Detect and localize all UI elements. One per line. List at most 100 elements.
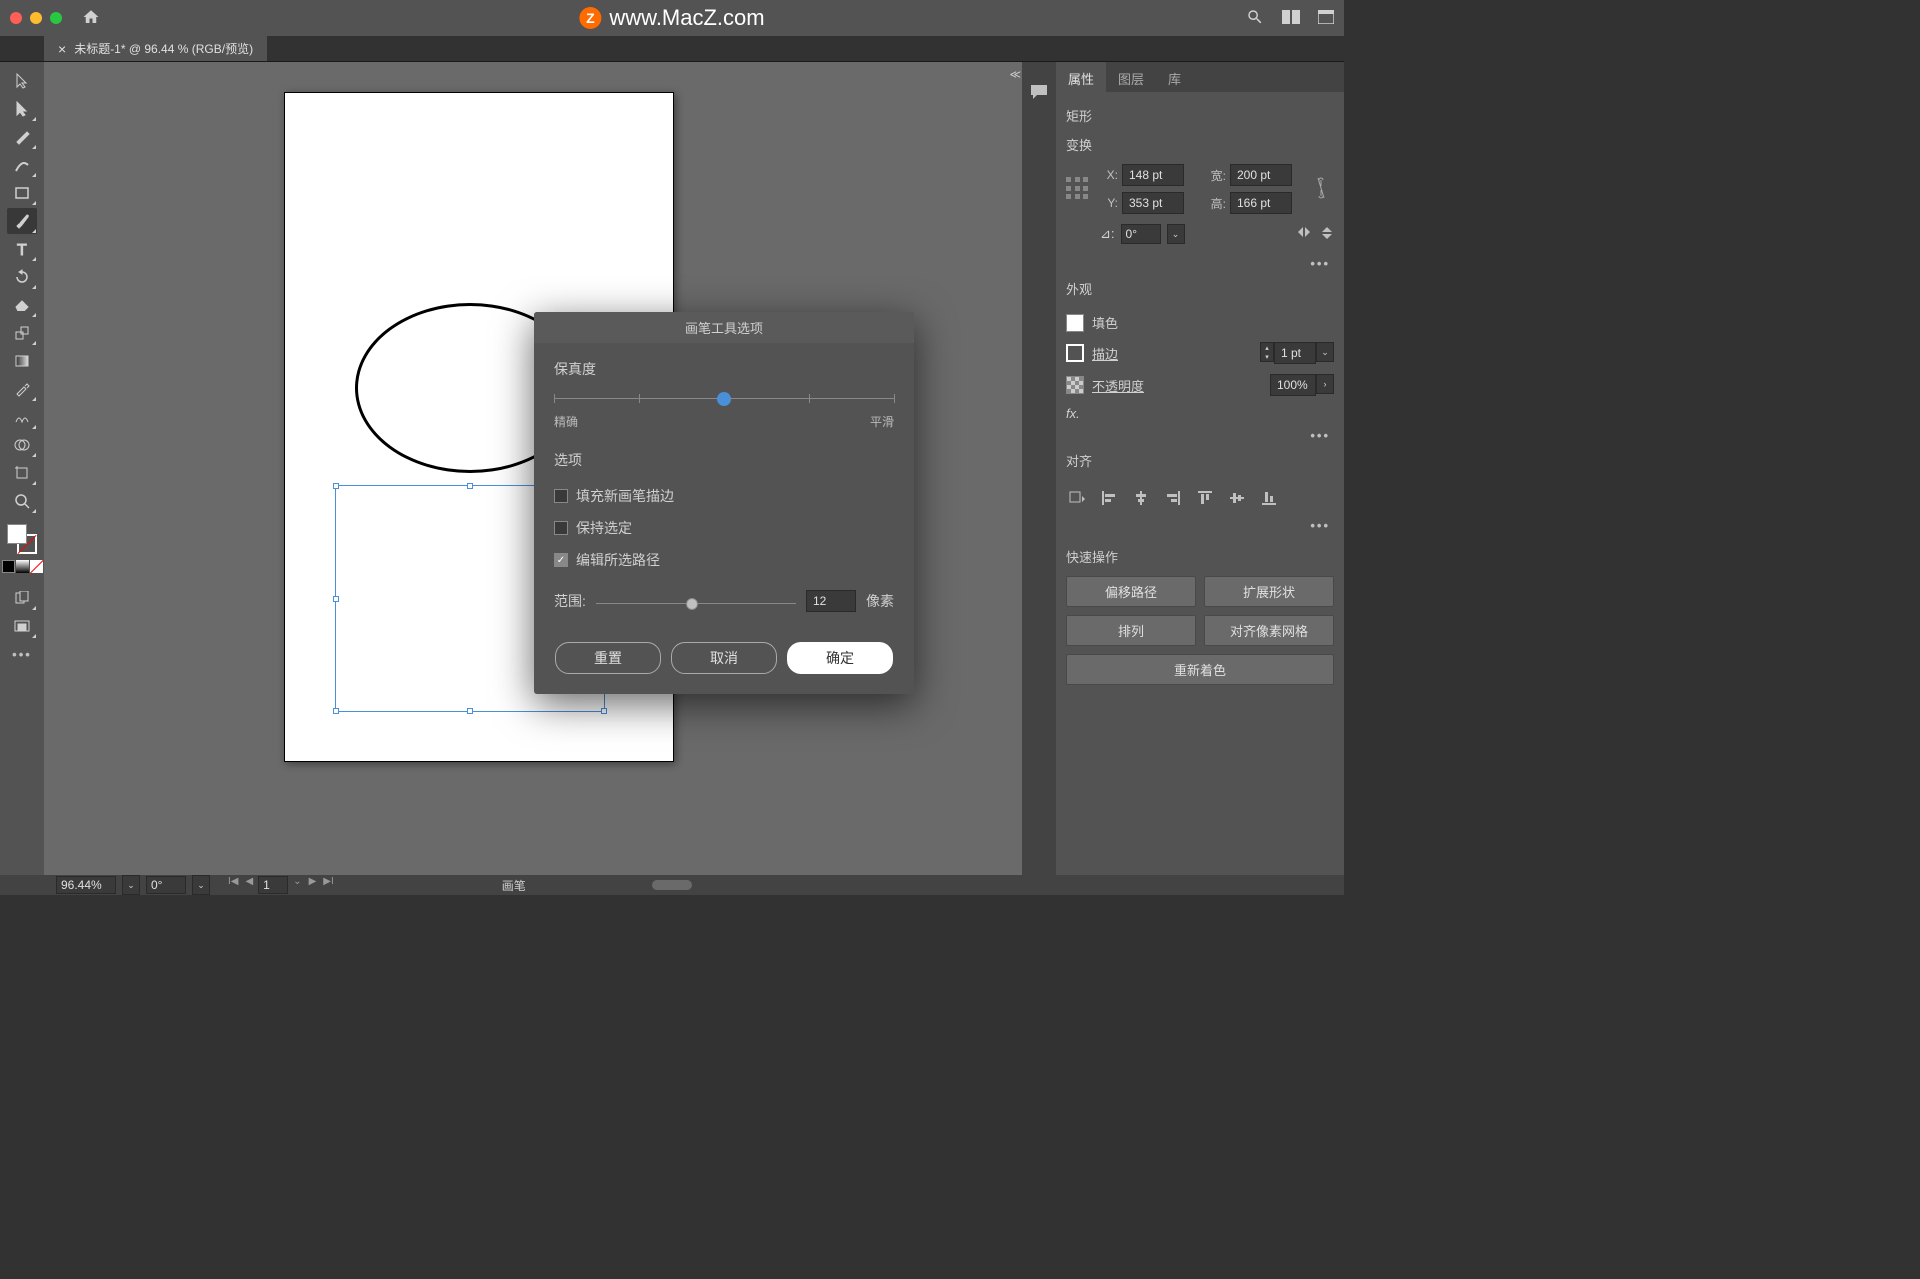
rotate-dropdown[interactable]: ⌄ — [1167, 224, 1185, 244]
minimize-window[interactable] — [30, 12, 42, 24]
next-artboard-icon[interactable]: ▶ — [307, 876, 319, 894]
home-button[interactable] — [82, 8, 100, 29]
scale-tool[interactable] — [7, 320, 37, 346]
zoom-input[interactable] — [56, 876, 116, 894]
document-tab[interactable]: × 未标题-1* @ 96.44 % (RGB/预览) — [44, 36, 267, 61]
comments-panel-icon[interactable] — [1026, 80, 1052, 104]
align-right-icon[interactable] — [1162, 488, 1184, 508]
rotate-input[interactable] — [1121, 224, 1161, 244]
curvature-tool[interactable] — [7, 152, 37, 178]
rotate-view-input[interactable] — [146, 876, 186, 894]
align-bottom-icon[interactable] — [1258, 488, 1280, 508]
range-slider-thumb[interactable] — [686, 598, 698, 610]
paintbrush-tool[interactable] — [7, 208, 37, 234]
fx-label[interactable]: fx. — [1066, 406, 1080, 421]
stroke-weight-input[interactable] — [1274, 342, 1316, 364]
eyedropper-tool[interactable] — [7, 376, 37, 402]
stroke-swatch[interactable] — [1066, 344, 1084, 362]
opacity-input[interactable] — [1270, 374, 1316, 396]
rotate-tool[interactable] — [7, 264, 37, 290]
opacity-label[interactable]: 不透明度 — [1092, 376, 1144, 395]
range-input[interactable] — [806, 590, 856, 612]
fidelity-slider-thumb[interactable] — [717, 392, 731, 406]
artboard-num-dropdown[interactable]: ⌄ — [291, 876, 303, 894]
align-to-dropdown[interactable] — [1066, 488, 1088, 508]
artboard-tool[interactable] — [7, 460, 37, 486]
tab-properties[interactable]: 属性 — [1056, 62, 1106, 92]
align-top-icon[interactable] — [1194, 488, 1216, 508]
gradient-tool[interactable] — [7, 348, 37, 374]
y-input[interactable] — [1122, 192, 1184, 214]
zoom-dropdown[interactable]: ⌄ — [122, 875, 140, 895]
reset-button[interactable]: 重置 — [555, 642, 661, 674]
type-tool[interactable]: T — [7, 236, 37, 262]
opacity-swatch[interactable] — [1066, 376, 1084, 394]
blend-tool[interactable] — [7, 404, 37, 430]
first-artboard-icon[interactable]: I◀ — [226, 876, 240, 894]
selection-tool[interactable] — [7, 68, 37, 94]
align-pixel-grid-button[interactable]: 对齐像素网格 — [1204, 615, 1334, 646]
align-left-icon[interactable] — [1098, 488, 1120, 508]
recolor-button[interactable]: 重新着色 — [1066, 654, 1334, 685]
expand-panels-icon[interactable]: ≪ — [1009, 68, 1021, 81]
transform-more[interactable]: ••• — [1066, 254, 1334, 273]
zoom-tool[interactable] — [7, 488, 37, 514]
fill-color-swatch[interactable] — [7, 524, 27, 544]
close-tab-icon[interactable]: × — [58, 41, 66, 57]
range-slider[interactable] — [596, 594, 796, 614]
screen-mode[interactable] — [7, 613, 37, 639]
align-more[interactable]: ••• — [1066, 516, 1334, 535]
close-window[interactable] — [10, 12, 22, 24]
x-input[interactable] — [1122, 164, 1184, 186]
arrange-docs-icon[interactable] — [1282, 10, 1300, 27]
shape-builder-tool[interactable] — [7, 432, 37, 458]
right-panel-strip — [1022, 62, 1056, 875]
opacity-dropdown[interactable]: › — [1316, 374, 1334, 394]
draw-mode[interactable] — [7, 585, 37, 611]
constrain-proportions-icon[interactable] — [1316, 176, 1334, 203]
horizontal-scrollbar-thumb[interactable] — [652, 880, 692, 890]
search-icon[interactable] — [1246, 8, 1264, 29]
flip-vertical-icon[interactable] — [1320, 225, 1334, 244]
last-artboard-icon[interactable]: ▶I — [321, 876, 335, 894]
fill-swatch[interactable] — [1066, 314, 1084, 332]
flip-horizontal-icon[interactable] — [1296, 225, 1312, 244]
fidelity-slider[interactable] — [554, 389, 894, 409]
stroke-label[interactable]: 描边 — [1092, 344, 1118, 363]
fill-new-strokes-checkbox[interactable]: 填充新画笔描边 — [554, 480, 894, 512]
height-input[interactable] — [1230, 192, 1292, 214]
edit-toolbar[interactable]: ••• — [7, 641, 37, 667]
cancel-button[interactable]: 取消 — [671, 642, 777, 674]
edit-selected-paths-checkbox[interactable]: ✓编辑所选路径 — [554, 544, 894, 576]
tab-library[interactable]: 库 — [1156, 62, 1193, 92]
align-center-h-icon[interactable] — [1130, 488, 1152, 508]
pen-tool[interactable] — [7, 124, 37, 150]
rotate-view-dropdown[interactable]: ⌄ — [192, 875, 210, 895]
align-center-v-icon[interactable] — [1226, 488, 1248, 508]
document-tabs: × 未标题-1* @ 96.44 % (RGB/预览) — [0, 36, 1344, 62]
stroke-stepper[interactable]: ▴▾ — [1260, 342, 1274, 362]
keep-selected-checkbox[interactable]: 保持选定 — [554, 512, 894, 544]
width-input[interactable] — [1230, 164, 1292, 186]
maximize-window[interactable] — [50, 12, 62, 24]
appearance-more[interactable]: ••• — [1066, 426, 1334, 445]
tab-layers[interactable]: 图层 — [1106, 62, 1156, 92]
artboard-number-input[interactable] — [258, 876, 288, 894]
arrange-button[interactable]: 排列 — [1066, 615, 1196, 646]
z-badge-icon: Z — [579, 7, 601, 29]
color-mode-swatches[interactable] — [2, 560, 43, 573]
eraser-tool[interactable] — [7, 292, 37, 318]
rectangle-tool[interactable] — [7, 180, 37, 206]
canvas[interactable]: ≪ 画笔工具选项 保真度 — [44, 62, 1022, 875]
expand-shape-button[interactable]: 扩展形状 — [1204, 576, 1334, 607]
offset-path-button[interactable]: 偏移路径 — [1066, 576, 1196, 607]
prev-artboard-icon[interactable]: ◀ — [243, 876, 255, 894]
stroke-dropdown[interactable]: ⌄ — [1316, 342, 1334, 362]
ok-button[interactable]: 确定 — [787, 642, 893, 674]
workspace-icon[interactable] — [1318, 10, 1334, 27]
artboard-nav: I◀ ◀ ⌄ ▶ ▶I — [226, 876, 336, 894]
color-swatch[interactable] — [7, 524, 37, 554]
direct-selection-tool[interactable] — [7, 96, 37, 122]
reference-point[interactable] — [1066, 177, 1090, 201]
fidelity-label: 保真度 — [554, 359, 894, 379]
